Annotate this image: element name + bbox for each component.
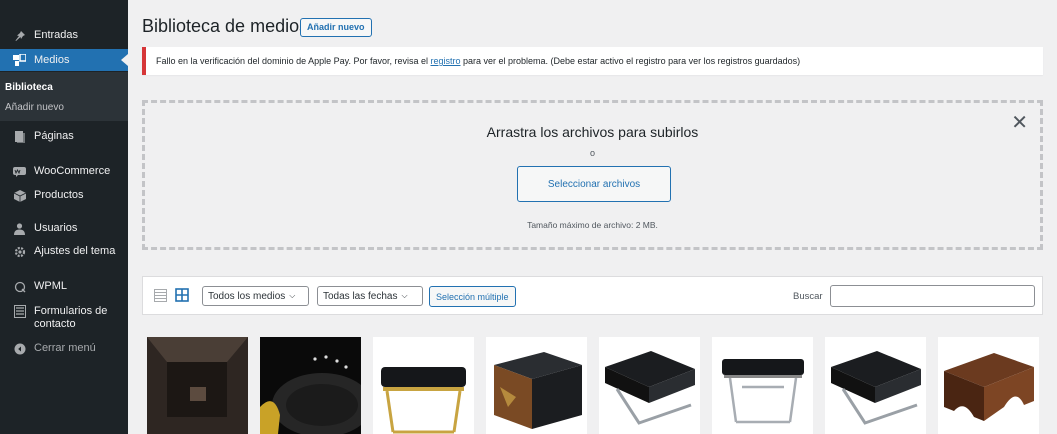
date-filter[interactable]: Todas las fechas ⌵ [317,286,423,306]
sidebar-item-wpml[interactable]: WPML [0,280,128,293]
page-title: Biblioteca de medios [142,16,309,36]
upload-title: Arrastra los archivos para subirlos [486,124,699,140]
media-type-filter[interactable]: Todos los medios ⌵ [202,286,309,306]
media-thumbnail[interactable] [599,337,700,434]
media-thumbnail[interactable] [147,337,248,434]
add-new-media-button[interactable]: Añadir nuevo [300,18,372,37]
sidebar-item-woocommerce[interactable]: WooCommerce [0,165,128,178]
sidebar-item-usuarios[interactable]: Usuarios [0,222,128,235]
sidebar-item-ajustes-del-tema[interactable]: Ajustes del tema [0,245,128,258]
media-thumbnail[interactable] [486,337,587,434]
bulk-select-button[interactable]: Selección múltiple [429,286,516,307]
form-icon [13,305,26,318]
notice-text-before: Fallo en la verificación del dominio de … [156,56,431,66]
upload-dropzone[interactable]: ✕ Arrastra los archivos para subirlos o … [142,100,1043,250]
media-thumbnail[interactable] [373,337,474,434]
date-filter-value: Todas las fechas [323,290,398,302]
list-view-icon[interactable] [154,289,167,302]
gear-icon [13,245,26,258]
collapse-icon [13,342,26,355]
submenu-biblioteca[interactable]: Biblioteca [5,82,53,93]
sidebar-item-entradas[interactable]: Entradas [0,29,128,42]
sidebar-collapse-menu[interactable]: Cerrar menú [0,342,128,355]
media-toolbar: Todos los medios ⌵ Todas las fechas ⌵ Se… [142,276,1043,315]
admin-sidebar: Entradas Medios Biblioteca Añadir nuevo … [0,0,128,434]
chevron-down-icon: ⌵ [289,291,296,300]
sidebar-item-formularios[interactable]: Formularios de contacto [0,305,128,331]
sidebar-item-medios[interactable]: Medios [0,49,128,71]
upload-or: o [589,148,595,158]
media-type-filter-value: Todos los medios [208,290,286,302]
box-icon [13,189,26,202]
notice-registro-link[interactable]: registro [430,56,460,66]
submenu-anadir-nuevo[interactable]: Añadir nuevo [5,102,64,113]
media-thumbnail[interactable] [938,337,1039,434]
wpml-icon [13,280,26,293]
pushpin-icon [13,29,26,42]
max-upload-size: Tamaño máximo de archivo: 2 MB. [527,220,658,230]
search-input[interactable] [830,285,1035,307]
media-thumbnail[interactable] [825,337,926,434]
media-thumbnail[interactable] [712,337,813,434]
select-files-button[interactable]: Seleccionar archivos [517,166,671,202]
user-icon [13,222,26,235]
sidebar-item-paginas[interactable]: Páginas [0,130,128,143]
sidebar-item-productos[interactable]: Productos [0,189,128,202]
page-icon [13,130,26,143]
media-thumbnail[interactable] [260,337,361,434]
grid-view-icon[interactable] [175,288,189,302]
woocommerce-icon [13,165,26,178]
chevron-down-icon: ⌵ [401,291,408,300]
media-icon [13,54,26,67]
medios-submenu: Biblioteca Añadir nuevo [0,72,128,121]
notice-text-after: para ver el problema. (Debe estar activo… [460,56,801,66]
search-label: Buscar [793,291,823,302]
error-notice: Fallo en la verificación del dominio de … [142,47,1043,75]
